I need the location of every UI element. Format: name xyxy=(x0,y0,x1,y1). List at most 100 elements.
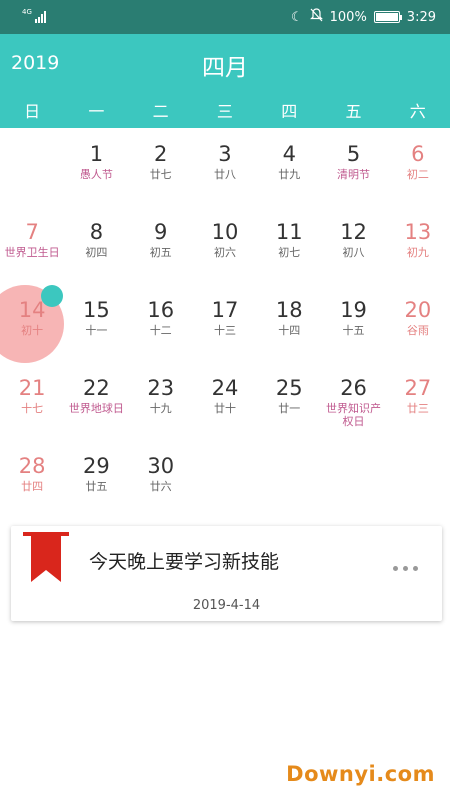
day-cell-1[interactable]: 1 愚人节 xyxy=(64,142,128,181)
lunar-date: 初八 xyxy=(342,246,365,259)
weekday-label: 一 xyxy=(88,102,105,121)
day-number: 3 xyxy=(218,142,232,166)
lunar-date: 廿一 xyxy=(278,402,301,415)
clock: 3:29 xyxy=(406,9,436,25)
day-cell-8[interactable]: 8 初四 xyxy=(64,220,128,259)
lunar-date: 谷雨 xyxy=(406,324,429,337)
lunar-date: 十三 xyxy=(213,324,236,337)
day-number: 20 xyxy=(404,298,432,322)
note-card[interactable]: 今天晚上要学习新技能 2019-4-14 xyxy=(11,526,442,621)
day-cell-27[interactable]: 27 廿三 xyxy=(386,376,450,415)
month-title[interactable]: 四月 xyxy=(0,48,450,82)
day-number: 5 xyxy=(346,142,361,166)
lunar-date: 初十 xyxy=(21,324,44,337)
weekday-row: 日 一 二 三 四 五 六 xyxy=(0,98,450,122)
day-cell-30[interactable]: 30 廿六 xyxy=(129,454,193,493)
note-text[interactable]: 今天晚上要学习新技能 xyxy=(89,547,279,574)
festival-label: 世界卫生日 xyxy=(4,246,60,259)
day-cell-19[interactable]: 19 十五 xyxy=(321,298,385,337)
day-cell-13[interactable]: 13 初九 xyxy=(386,220,450,259)
weekday-label: 三 xyxy=(216,102,233,121)
day-number: 17 xyxy=(211,298,239,322)
more-icon[interactable] xyxy=(393,566,418,571)
day-number: 27 xyxy=(404,376,432,400)
lunar-date: 廿三 xyxy=(406,402,429,415)
lunar-date: 廿七 xyxy=(149,168,172,181)
lunar-date: 初七 xyxy=(278,246,301,259)
day-cell-18[interactable]: 18 十四 xyxy=(257,298,321,337)
day-cell-3[interactable]: 3 廿八 xyxy=(193,142,257,181)
day-cell-4[interactable]: 4 廿九 xyxy=(257,142,321,181)
day-cell-7[interactable]: 7 世界卫生日 xyxy=(0,220,64,259)
day-cell-2[interactable]: 2 廿七 xyxy=(129,142,193,181)
moon-icon: ☾ xyxy=(290,9,303,25)
day-cell-6[interactable]: 6 初二 xyxy=(386,142,450,181)
day-number: 13 xyxy=(404,220,432,244)
calendar-header: 2019 四月 日 一 二 三 四 五 六 xyxy=(0,34,450,128)
day-cell-28[interactable]: 28 廿四 xyxy=(0,454,64,493)
bookmark-icon xyxy=(23,532,69,582)
day-number: 6 xyxy=(411,142,425,166)
day-number: 9 xyxy=(154,220,168,244)
day-cell-9[interactable]: 9 初五 xyxy=(129,220,193,259)
day-number: 16 xyxy=(147,298,175,322)
day-number: 15 xyxy=(83,298,110,322)
day-cell-15[interactable]: 15 十一 xyxy=(64,298,128,337)
lunar-date: 十二 xyxy=(149,324,172,337)
festival-label: 清明节 xyxy=(337,168,371,181)
lunar-date: 十四 xyxy=(278,324,301,337)
day-cell-29[interactable]: 29 廿五 xyxy=(64,454,128,493)
festival-label: 世界地球日 xyxy=(68,402,124,415)
day-cell-26[interactable]: 26 世界知识产 权日 xyxy=(321,376,385,428)
day-number: 11 xyxy=(275,220,303,244)
day-cell-20[interactable]: 20 谷雨 xyxy=(386,298,450,337)
day-cell-5[interactable]: 5 清明节 xyxy=(321,142,385,181)
day-number: 30 xyxy=(147,454,175,478)
day-number: 8 xyxy=(89,220,104,244)
weekday-label: 六 xyxy=(409,102,426,121)
weekday-label: 四 xyxy=(281,102,298,121)
day-number: 29 xyxy=(83,454,110,478)
lunar-date: 十九 xyxy=(149,402,172,415)
day-number: 22 xyxy=(83,376,110,400)
battery-icon xyxy=(373,11,402,23)
day-cell-21[interactable]: 21 十七 xyxy=(0,376,64,415)
day-cell-14[interactable]: 14 初十 xyxy=(0,298,64,337)
status-bar: 4G ☾ 100% 3:29 xyxy=(0,0,450,34)
weekday-label: 五 xyxy=(345,102,362,121)
day-cell-25[interactable]: 25 廿一 xyxy=(257,376,321,415)
day-cell-10[interactable]: 10 初六 xyxy=(193,220,257,259)
weekday-label: 日 xyxy=(24,102,41,121)
day-number: 26 xyxy=(340,376,367,400)
day-cell-17[interactable]: 17 十三 xyxy=(193,298,257,337)
bell-off-icon xyxy=(309,8,323,26)
lunar-date: 廿十 xyxy=(213,402,236,415)
lunar-date: 廿六 xyxy=(149,480,172,493)
lunar-date: 廿五 xyxy=(85,480,108,493)
day-number: 24 xyxy=(211,376,239,400)
day-cell-12[interactable]: 12 初八 xyxy=(321,220,385,259)
lunar-date: 初五 xyxy=(149,246,172,259)
day-number: 14 xyxy=(18,298,46,322)
lunar-date: 廿九 xyxy=(278,168,301,181)
network-label: 4G xyxy=(22,8,32,16)
lunar-date: 十一 xyxy=(85,324,108,337)
lunar-date: 初二 xyxy=(406,168,429,181)
day-cell-22[interactable]: 22 世界地球日 xyxy=(64,376,128,415)
battery-text: 100% xyxy=(329,9,367,25)
day-cell-23[interactable]: 23 十九 xyxy=(129,376,193,415)
signal-icon: 4G xyxy=(22,9,46,23)
day-number: 28 xyxy=(18,454,46,478)
day-cell-11[interactable]: 11 初七 xyxy=(257,220,321,259)
day-cell-16[interactable]: 16 十二 xyxy=(129,298,193,337)
lunar-date: 十七 xyxy=(21,402,44,415)
day-number: 25 xyxy=(275,376,303,400)
day-number: 10 xyxy=(211,220,239,244)
weekday-label: 二 xyxy=(152,102,169,121)
lunar-date: 初六 xyxy=(213,246,236,259)
lunar-date: 初四 xyxy=(85,246,108,259)
lunar-date: 廿八 xyxy=(213,168,236,181)
day-number: 18 xyxy=(275,298,303,322)
day-cell-24[interactable]: 24 廿十 xyxy=(193,376,257,415)
day-number: 23 xyxy=(147,376,175,400)
